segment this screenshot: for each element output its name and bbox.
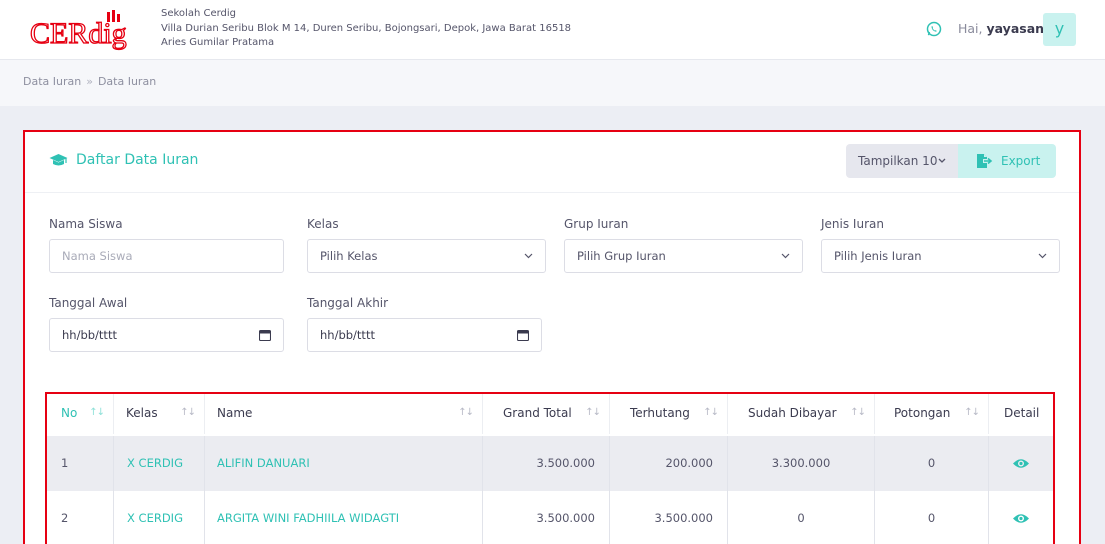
cell-detail [989,436,1053,491]
cell-potongan: 0 [875,436,989,491]
breadcrumb-item-current: Data Iuran [97,75,157,88]
cell-no: 2 [47,491,114,544]
sort-icon: ↑↓ [89,407,105,418]
nama-siswa-input[interactable]: Nama Siswa [49,239,284,273]
page-size-button[interactable]: Tampilkan 10 [846,144,958,178]
school-name: Sekolah Cerdig [161,8,237,19]
column-header-terhutang[interactable]: Terhutang ↑↓ [610,394,728,434]
column-label: Terhutang [630,406,690,420]
chevron-down-icon [938,158,946,163]
calendar-icon[interactable] [517,329,529,341]
tanggal-awal-value: hh/bb/tttt [62,328,117,342]
jenis-iuran-label: Jenis Iuran [821,217,884,231]
jenis-iuran-select-value: Pilih Jenis Iuran [834,249,922,263]
greeting-prefix: Hai, [958,21,987,36]
chevron-down-icon [524,253,533,259]
school-info: Sekolah Cerdig Villa Durian Seribu Blok … [161,7,571,51]
calendar-icon[interactable] [259,329,271,341]
table-row: 2 X CERDIG ARGITA WINI FADHIILA WIDAGTI … [47,491,1053,544]
column-header-no[interactable]: No ↑↓ [47,394,114,434]
column-header-kelas[interactable]: Kelas ↑↓ [114,394,205,434]
school-head: Aries Gumilar Pratama [161,37,275,48]
grup-iuran-select[interactable]: Pilih Grup Iuran [564,239,803,273]
cell-potongan: 0 [875,491,989,544]
chevron-down-icon [781,253,790,259]
cell-terhutang: 3.500.000 [610,491,728,544]
column-label: Potongan [894,406,951,420]
tanggal-awal-input[interactable]: hh/bb/tttt [49,318,284,352]
tanggal-akhir-label: Tanggal Akhir [307,296,389,310]
tanggal-awal-label: Tanggal Awal [49,296,128,310]
sort-icon: ↑↓ [850,407,866,418]
column-header-grand-total[interactable]: Grand Total ↑↓ [483,394,610,434]
tanggal-akhir-input[interactable]: hh/bb/tttt [307,318,542,352]
sort-icon: ↑↓ [458,407,474,418]
username: yayasan [986,21,1045,36]
breadcrumb-bar: Data Iuran » Data Iuran [0,60,1105,106]
column-label: No [61,406,78,420]
grup-iuran-select-value: Pilih Grup Iuran [577,249,666,263]
table-row: 1 X CERDIG ALIFIN DANUARI 3.500.000 200.… [47,436,1053,491]
column-label: Sudah Dibayar [748,406,837,420]
nama-siswa-label: Nama Siswa [49,217,123,231]
cell-sudah-dibayar: 0 [728,491,875,544]
column-label: Kelas [126,406,158,420]
column-header-sudah-dibayar[interactable]: Sudah Dibayar ↑↓ [728,394,875,434]
sort-icon: ↑↓ [585,407,601,418]
data-iuran-table: No ↑↓ Kelas ↑↓ Name ↑↓ Grand Total ↑↓ Te… [45,392,1055,544]
kelas-label: Kelas [307,217,339,231]
cell-grand-total: 3.500.000 [483,436,610,491]
column-header-potongan[interactable]: Potongan ↑↓ [875,394,989,434]
file-export-icon [977,154,993,168]
breadcrumb: Data Iuran » Data Iuran [23,75,156,88]
column-label: Name [217,406,253,420]
eye-icon[interactable] [1012,512,1030,525]
top-navbar: CERdig Sekolah Cerdig Villa Durian Serib… [0,0,1105,60]
cell-kelas[interactable]: X CERDIG [114,436,205,491]
column-header-detail: Detail [989,394,1053,434]
column-header-name[interactable]: Name ↑↓ [205,394,483,434]
column-label: Grand Total [503,406,572,420]
graduation-cap-icon [49,154,68,166]
cerdig-logo[interactable]: CERdig [28,10,150,52]
tanggal-akhir-value: hh/bb/tttt [320,328,375,342]
kelas-select-value: Pilih Kelas [320,249,378,263]
cell-name[interactable]: ARGITA WINI FADHIILA WIDAGTI [205,491,483,544]
breadcrumb-separator: » [86,75,93,88]
chevron-down-icon [1038,253,1047,259]
kelas-select[interactable]: Pilih Kelas [307,239,546,273]
cell-detail [989,491,1053,544]
cell-no: 1 [47,436,114,491]
school-address: Villa Durian Seribu Blok M 14, Duren Ser… [161,22,572,34]
cell-sudah-dibayar: 3.300.000 [728,436,875,491]
grup-iuran-label: Grup Iuran [564,217,629,231]
nama-siswa-placeholder: Nama Siswa [62,249,133,263]
card-header: Daftar Data Iuran Tampilkan 10 Export [25,132,1079,193]
data-iuran-card: Daftar Data Iuran Tampilkan 10 Export Na… [23,130,1081,544]
export-button[interactable]: Export [958,144,1056,178]
sort-icon: ↑↓ [703,407,719,418]
cell-terhutang: 200.000 [610,436,728,491]
avatar[interactable]: y [1043,13,1076,46]
jenis-iuran-select[interactable]: Pilih Jenis Iuran [821,239,1060,273]
cell-name[interactable]: ALIFIN DANUARI [205,436,483,491]
whatsapp-icon[interactable] [926,21,942,37]
column-label: Detail [1004,406,1040,420]
user-greeting[interactable]: Hai, yayasan [958,21,1044,36]
cell-grand-total: 3.500.000 [483,491,610,544]
cell-kelas[interactable]: X CERDIG [114,491,205,544]
card-title: Daftar Data Iuran [76,152,199,168]
sort-icon: ↑↓ [180,407,196,418]
export-label: Export [1001,154,1041,168]
page-size-label: Tampilkan 10 [858,154,938,168]
sort-icon: ↑↓ [964,407,980,418]
eye-icon[interactable] [1012,457,1030,470]
breadcrumb-item[interactable]: Data Iuran [23,75,81,88]
